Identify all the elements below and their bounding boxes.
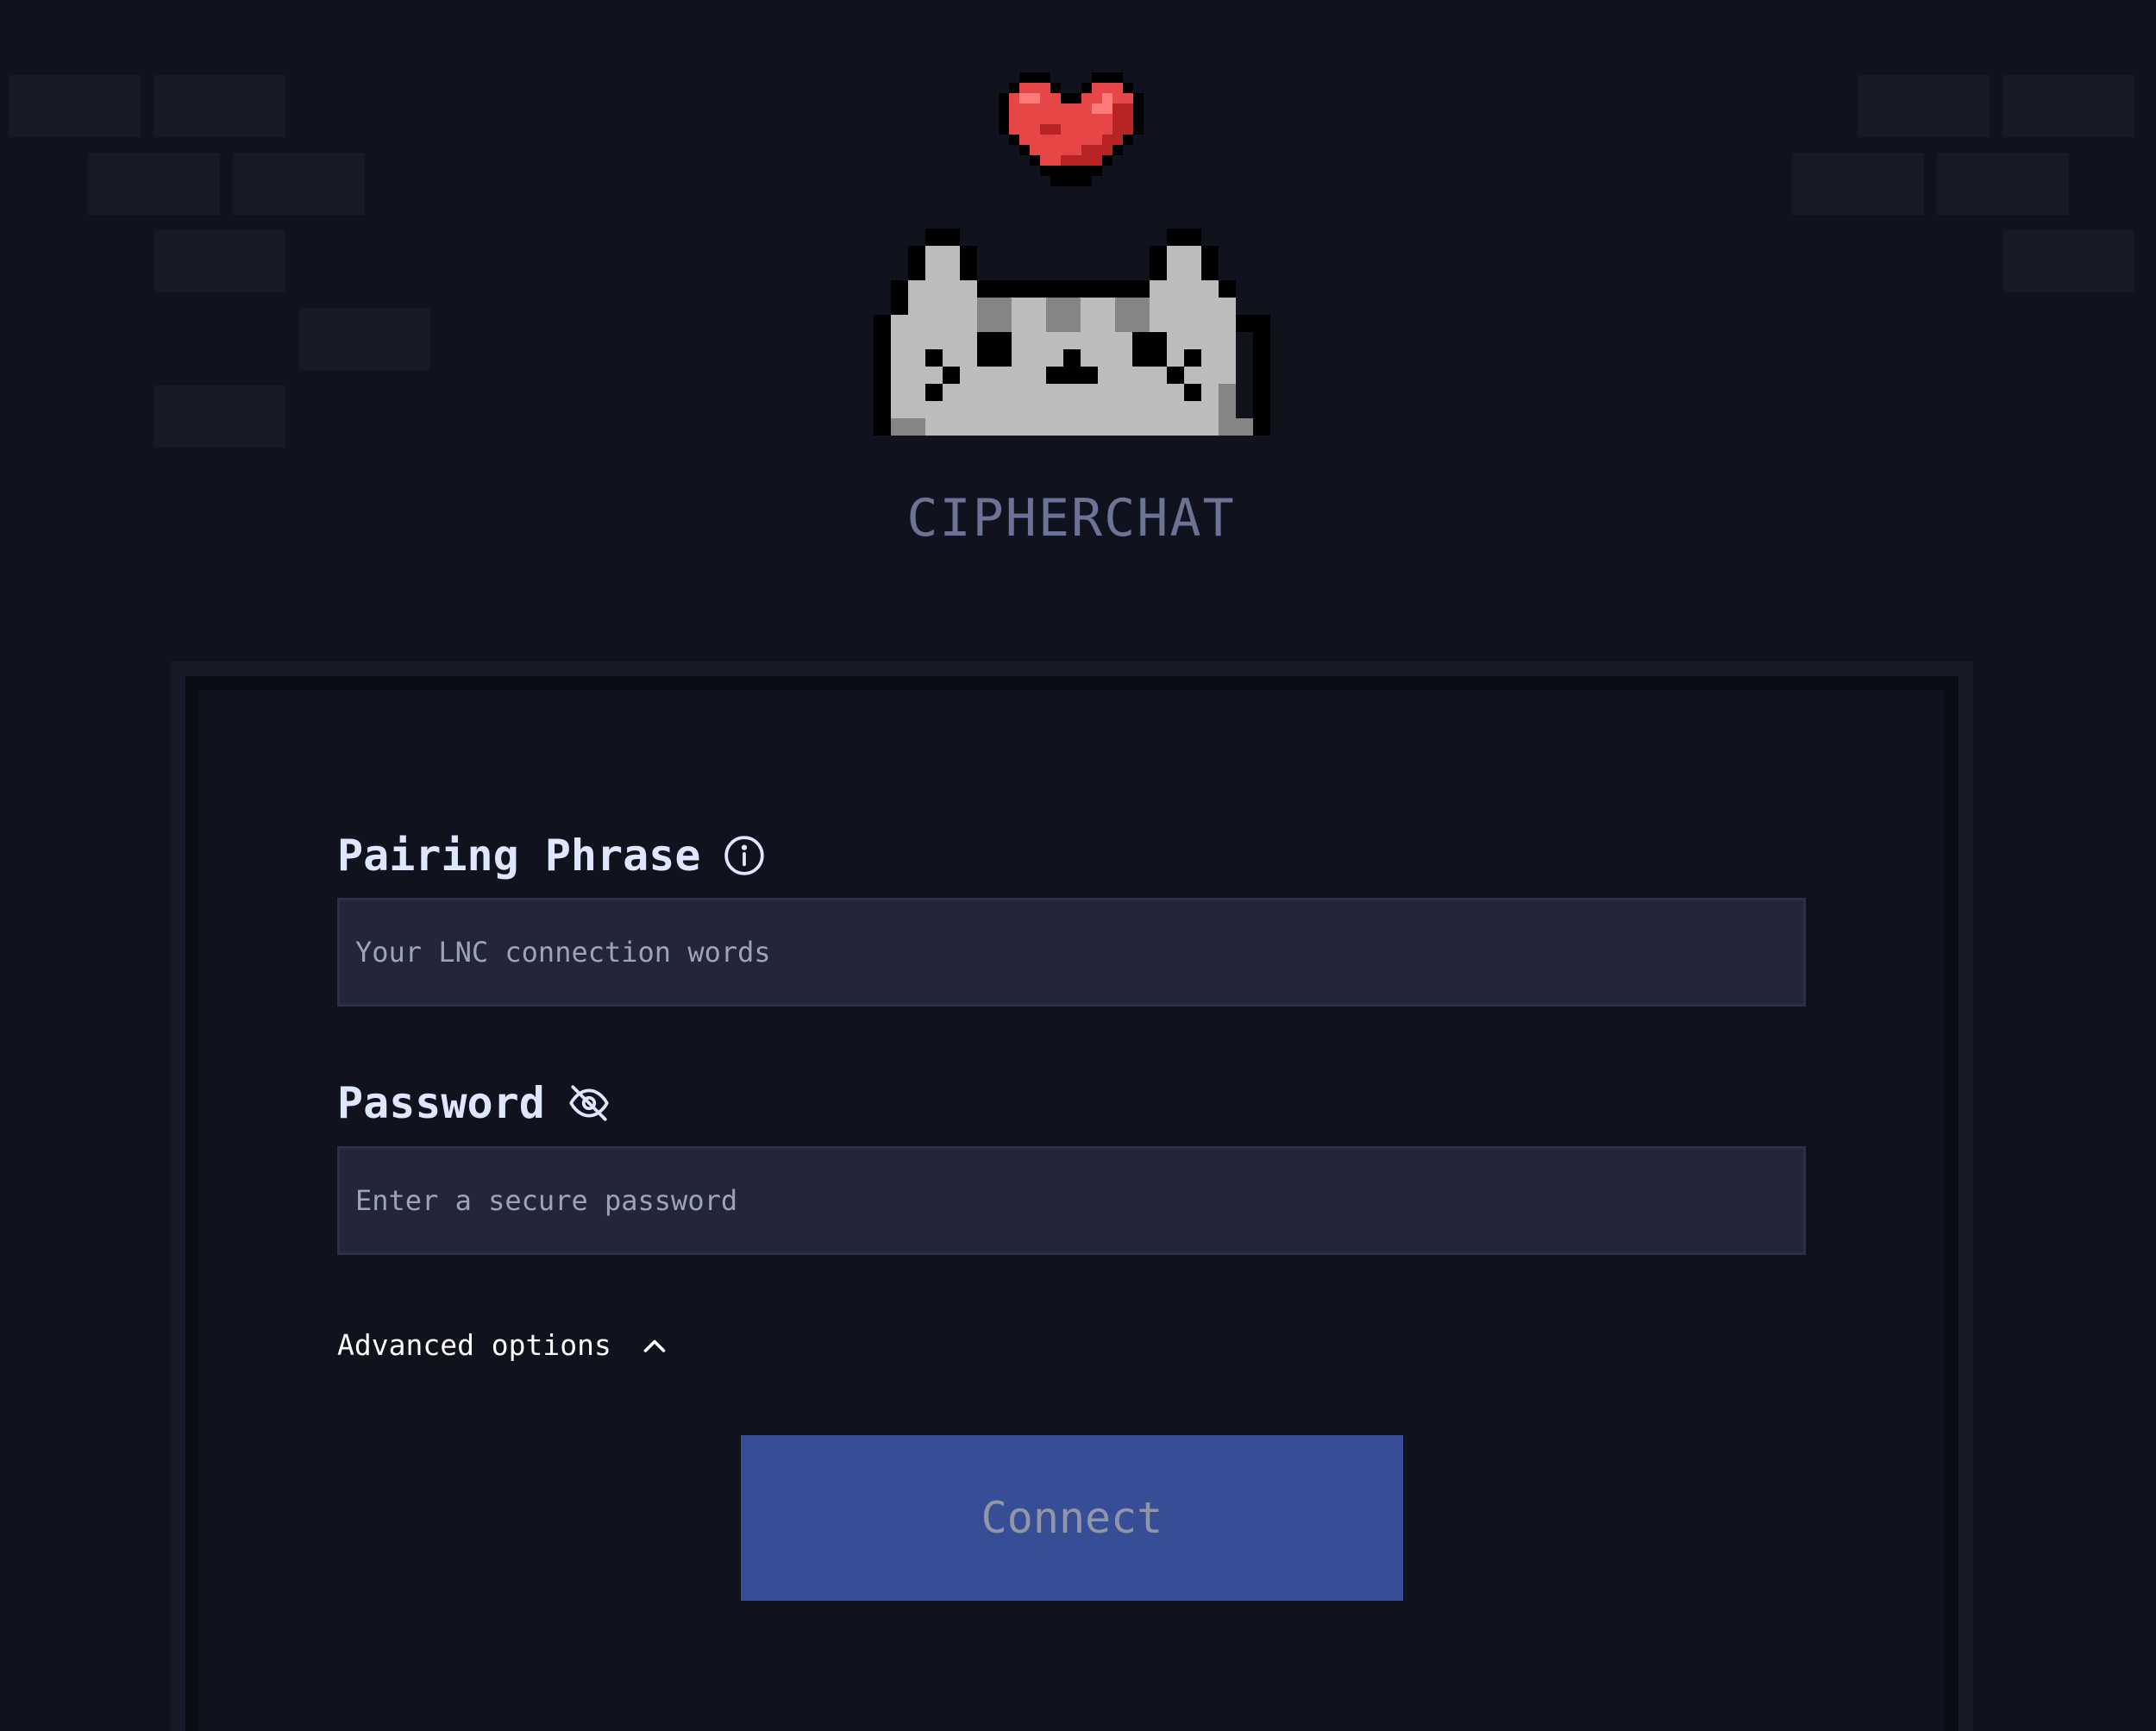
cat-logo-icon — [874, 229, 1270, 436]
deco-block — [154, 230, 285, 292]
deco-block — [2002, 75, 2134, 137]
deco-block — [1937, 153, 2069, 215]
deco-block — [1792, 153, 1924, 215]
info-icon[interactable] — [723, 834, 766, 877]
deco-block — [9, 75, 141, 137]
heart-logo-icon — [999, 72, 1144, 186]
deco-block — [154, 75, 285, 137]
deco-block — [154, 386, 285, 448]
password-label-text: Password — [337, 1078, 545, 1128]
deco-block — [2002, 230, 2134, 292]
deco-block — [233, 153, 365, 215]
advanced-options-label: Advanced options — [337, 1328, 611, 1362]
eye-off-icon[interactable] — [567, 1082, 611, 1125]
pairing-phrase-input[interactable] — [337, 898, 1806, 1007]
connect-button[interactable]: Connect — [741, 1435, 1403, 1601]
app-title: CIPHERCHAT — [906, 488, 1236, 549]
pairing-phrase-label: Pairing Phrase — [337, 834, 766, 877]
password-input[interactable] — [337, 1146, 1806, 1255]
pairing-phrase-label-text: Pairing Phrase — [337, 831, 701, 881]
password-label: Password — [337, 1082, 611, 1125]
chevron-up-icon — [639, 1330, 670, 1361]
deco-block — [88, 153, 220, 215]
deco-block — [1858, 75, 1990, 137]
advanced-options-toggle[interactable]: Advanced options — [337, 1328, 670, 1362]
deco-block — [298, 308, 430, 370]
